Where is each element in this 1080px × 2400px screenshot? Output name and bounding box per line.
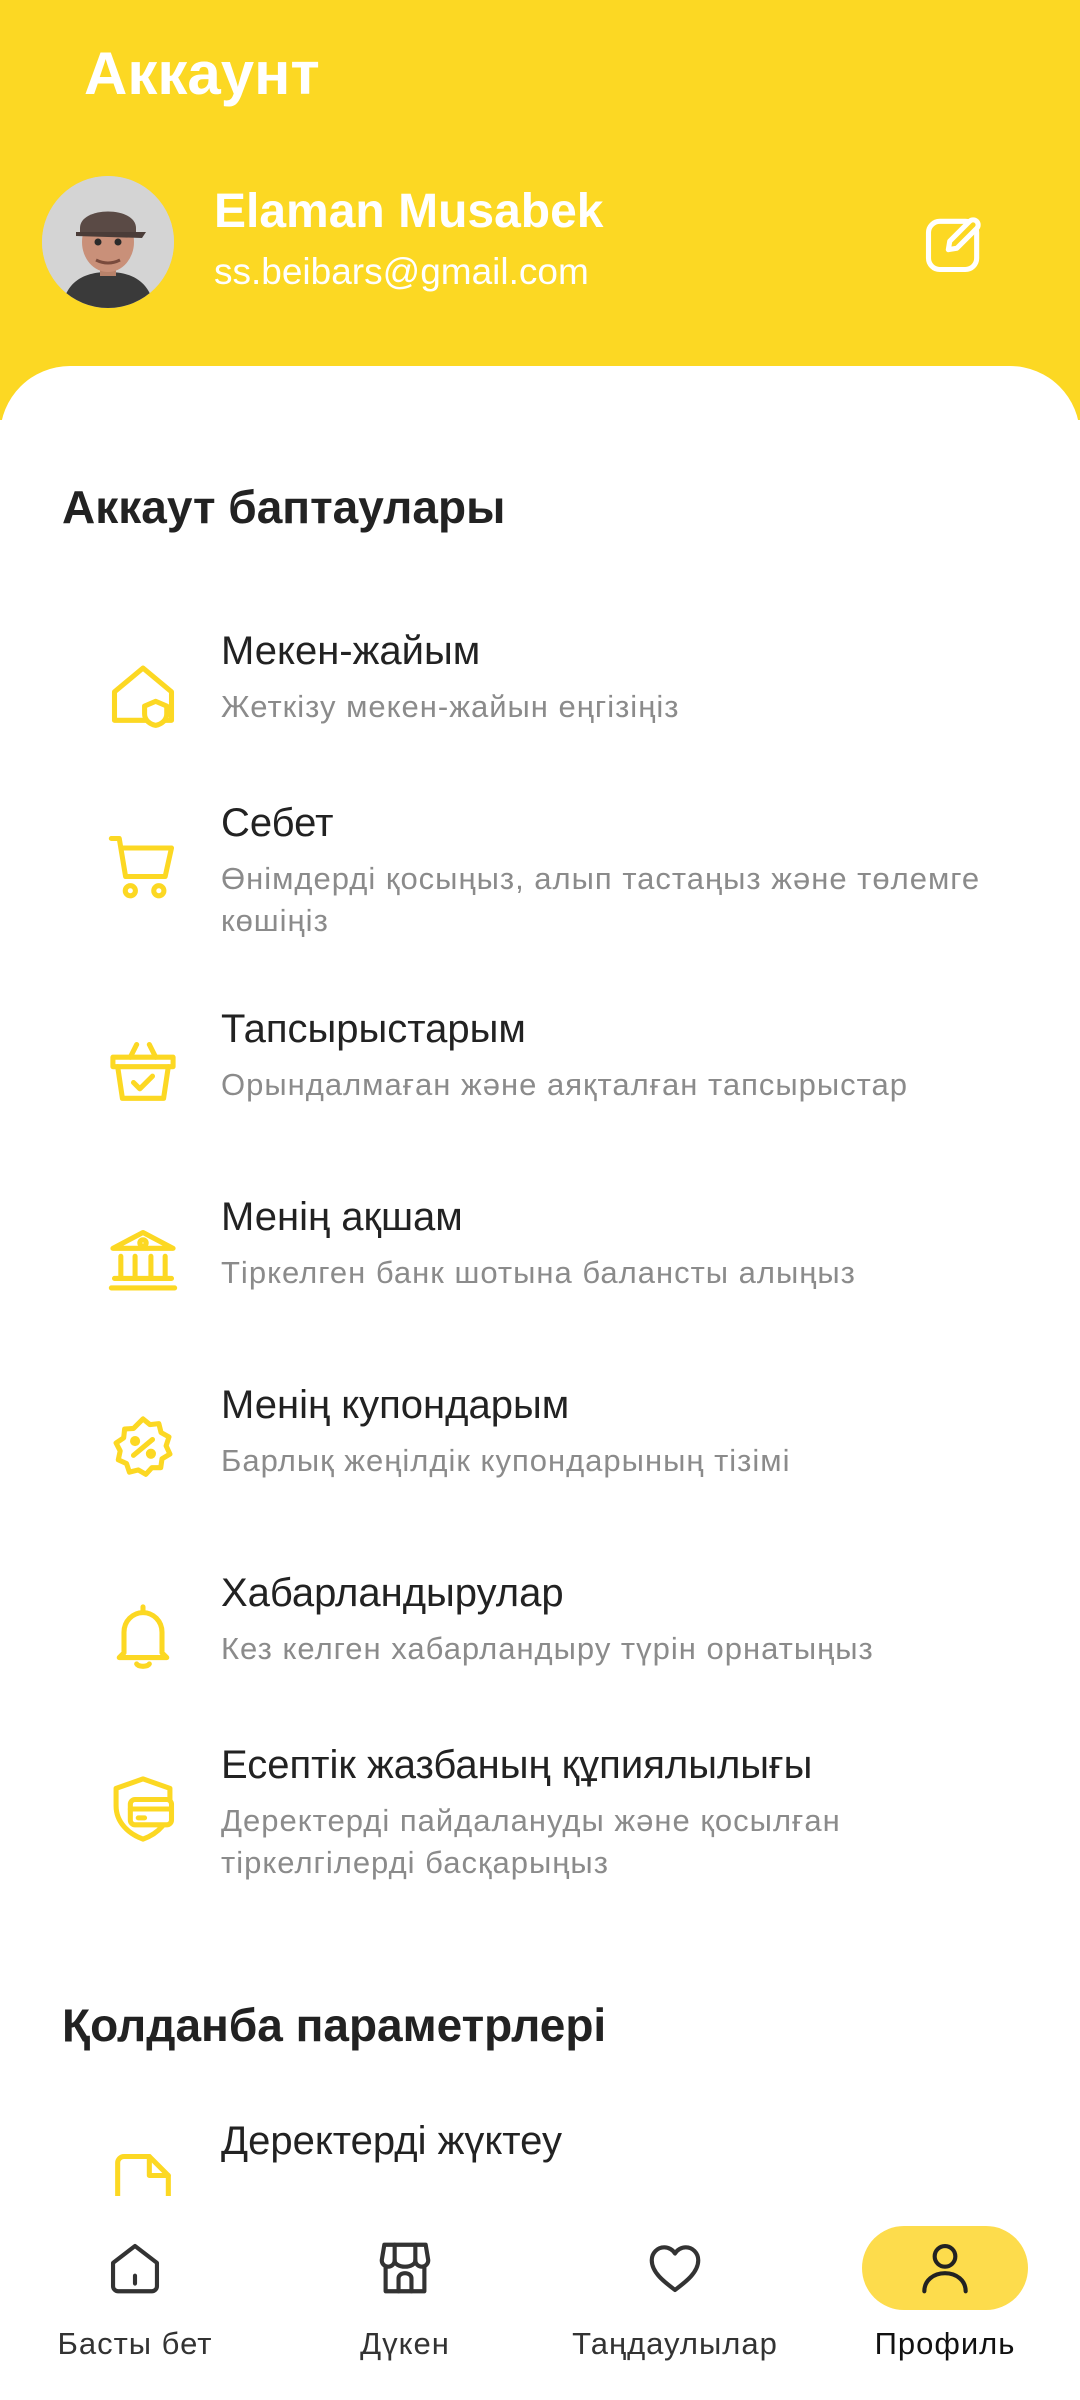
- menu-item-subtitle: Өнімдерді қосыңыз, алып тастаңыз және тө…: [221, 861, 981, 938]
- shop-icon: [379, 2242, 431, 2294]
- edit-profile-button[interactable]: [916, 206, 992, 282]
- bell-icon: [98, 1592, 188, 1682]
- heart-icon: [649, 2245, 701, 2293]
- nav-label-shop: Дүкен: [360, 2326, 450, 2361]
- nav-label-favorites: Таңдаулылар: [572, 2326, 778, 2361]
- menu-item-address[interactable]: Мекен-жайым Жеткізу мекен-жайын еңгізіңі…: [0, 626, 1080, 776]
- security-card-icon: [98, 1764, 188, 1854]
- nav-item-home[interactable]: Басты бет: [0, 2196, 270, 2400]
- discount-badge-icon: [98, 1404, 188, 1494]
- user-email: ss.beibars@gmail.com: [214, 251, 589, 292]
- nav-item-shop[interactable]: Дүкен: [270, 2196, 540, 2400]
- avatar[interactable]: [42, 176, 174, 308]
- menu-item-my-money[interactable]: Менің ақшам Тіркелген банк шотына баланс…: [0, 1192, 1080, 1342]
- cart-icon: [98, 822, 188, 912]
- bottom-navigation: Басты бет Дүкен Таңдаулылар Профиль: [0, 2196, 1080, 2400]
- menu-item-subtitle: Тіркелген банк шотына балансты алыңыз: [221, 1255, 856, 1290]
- menu-item-title: Есептік жазбаның құпиялылығы: [221, 1743, 813, 1787]
- bank-icon: [98, 1216, 188, 1306]
- menu-item-title: Деректерді жүктеу: [221, 2119, 562, 2163]
- menu-item-title: Мекен-жайым: [221, 629, 481, 673]
- nav-label-profile: Профиль: [874, 2326, 1016, 2361]
- edit-icon: [925, 217, 981, 273]
- menu-item-notifications[interactable]: Хабарландырулар Кез келген хабарландыру …: [0, 1568, 1080, 1718]
- menu-item-subtitle: Деректерді пайдалануды және қосылған тір…: [221, 1803, 841, 1880]
- menu-item-title: Менің купондарым: [221, 1383, 570, 1427]
- user-name: Elaman Musabek: [214, 185, 604, 238]
- active-indicator: [862, 2226, 1028, 2310]
- menu-item-subtitle: Жеткізу мекен-жайын еңгізіңіз: [221, 689, 680, 724]
- nav-item-favorites[interactable]: Таңдаулылар: [540, 2196, 810, 2400]
- menu-item-title: Хабарландырулар: [221, 1571, 564, 1615]
- nav-label-home: Басты бет: [57, 2326, 213, 2361]
- menu-item-subtitle: Барлық жеңілдік купондарының тізімі: [221, 1443, 791, 1478]
- menu-item-title: Себет: [221, 801, 334, 845]
- settings-panel: Аккаут баптаулары Мекен-жайым Жеткізу ме…: [0, 366, 1080, 2210]
- menu-item-subtitle: Орындалмаған және аяқталған тапсырыстар: [221, 1067, 909, 1102]
- menu-item-cart[interactable]: Себет Өнімдерді қосыңыз, алып тастаңыз ж…: [0, 798, 1080, 958]
- user-icon: [922, 2243, 968, 2294]
- nav-item-profile[interactable]: Профиль: [810, 2196, 1080, 2400]
- menu-item-title: Тапсырыстарым: [221, 1007, 526, 1051]
- app-settings-title: Қолданба параметрлері: [62, 1999, 607, 2051]
- menu-item-orders[interactable]: Тапсырыстарым Орындалмаған және аяқталға…: [0, 1004, 1080, 1154]
- page-title: Аккаунт: [84, 40, 320, 107]
- profile-header: Аккаунт Elaman Musabek ss.beibars@gmail.…: [0, 0, 1080, 420]
- menu-item-title: Менің ақшам: [221, 1195, 463, 1239]
- account-settings-title: Аккаут баптаулары: [62, 481, 506, 533]
- menu-item-account-privacy[interactable]: Есептік жазбаның құпиялылығы Деректерді …: [0, 1740, 1080, 1900]
- basket-check-icon: [98, 1028, 188, 1118]
- menu-item-subtitle: Кез келген хабарландыру түрін орнатыңыз: [221, 1631, 874, 1666]
- home-icon: [110, 2243, 160, 2294]
- home-address-icon: [98, 650, 188, 740]
- menu-item-coupons[interactable]: Менің купондарым Барлық жеңілдік купонда…: [0, 1380, 1080, 1530]
